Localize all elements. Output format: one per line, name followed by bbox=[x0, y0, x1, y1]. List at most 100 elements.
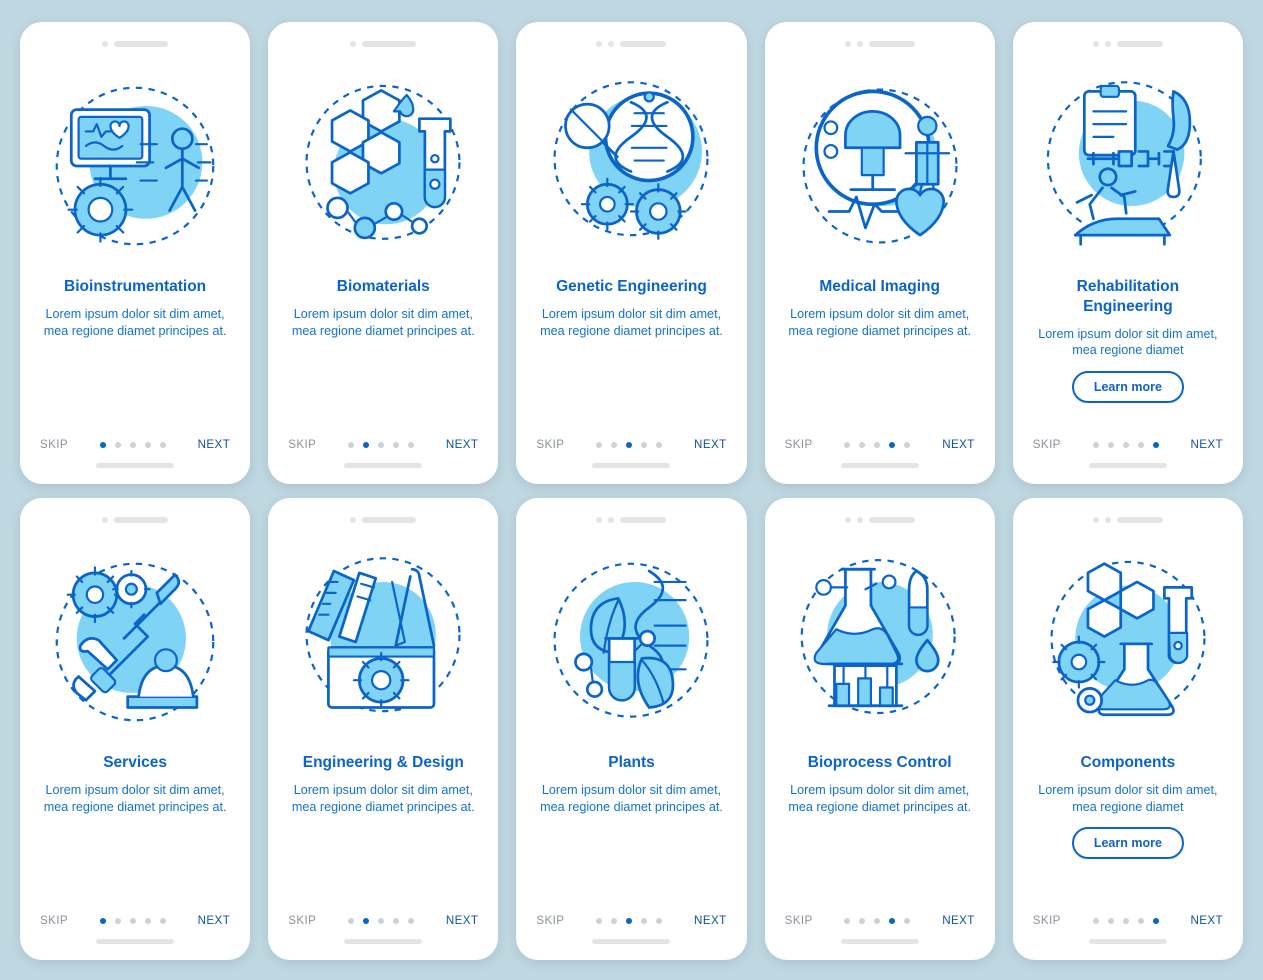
learn-more-button[interactable]: Learn more bbox=[1071, 371, 1184, 404]
status-notch bbox=[1027, 36, 1229, 52]
pagination-dot[interactable] bbox=[114, 441, 121, 448]
pagination-dot[interactable] bbox=[129, 441, 136, 448]
pagination-dot[interactable] bbox=[129, 917, 136, 924]
pagination-dot[interactable] bbox=[611, 441, 618, 448]
pagination-dot[interactable] bbox=[641, 917, 648, 924]
pagination-dot[interactable] bbox=[874, 441, 881, 448]
pagination-dot[interactable] bbox=[393, 917, 400, 924]
pagination-dot[interactable] bbox=[874, 917, 881, 924]
onboarding-screen: Plants Lorem ipsum dolor sit dim amet, me… bbox=[516, 498, 747, 960]
home-indicator bbox=[1088, 939, 1167, 944]
notch-camera-dot bbox=[844, 517, 851, 523]
pagination-dot[interactable] bbox=[859, 917, 866, 924]
pagination-dot[interactable] bbox=[144, 917, 151, 924]
skip-button[interactable]: SKIP bbox=[40, 914, 68, 927]
skip-button[interactable]: SKIP bbox=[1033, 914, 1061, 927]
skip-button[interactable]: SKIP bbox=[785, 914, 813, 927]
onboarding-nav: SKIP NEXT bbox=[779, 914, 981, 927]
pagination-dot[interactable] bbox=[393, 441, 400, 448]
status-notch bbox=[779, 512, 981, 528]
next-button[interactable]: NEXT bbox=[694, 914, 727, 927]
pagination-dot[interactable] bbox=[626, 441, 633, 448]
pagination-dot[interactable] bbox=[1122, 917, 1129, 924]
screen-title: Rehabilitation Engineering bbox=[1076, 278, 1180, 315]
next-button[interactable]: NEXT bbox=[694, 438, 727, 451]
status-notch bbox=[779, 36, 981, 52]
next-button[interactable]: NEXT bbox=[446, 438, 479, 451]
notch-camera-dot bbox=[1092, 41, 1099, 47]
onboarding-nav: SKIP NEXT bbox=[282, 914, 484, 927]
next-button[interactable]: NEXT bbox=[942, 914, 975, 927]
pagination-dot[interactable] bbox=[363, 441, 370, 448]
medical-imaging-icon bbox=[779, 58, 981, 273]
pagination-dot[interactable] bbox=[159, 441, 166, 448]
onboarding-nav: SKIP NEXT bbox=[530, 438, 732, 451]
pagination-dot[interactable] bbox=[626, 917, 633, 924]
status-notch bbox=[1027, 512, 1229, 528]
skip-button[interactable]: SKIP bbox=[536, 914, 564, 927]
skip-button[interactable]: SKIP bbox=[536, 438, 564, 451]
pagination-dot[interactable] bbox=[596, 441, 603, 448]
pagination-dot[interactable] bbox=[859, 441, 866, 448]
pagination-dot[interactable] bbox=[1137, 917, 1144, 924]
pagination-dot[interactable] bbox=[114, 917, 121, 924]
skip-button[interactable]: SKIP bbox=[288, 914, 316, 927]
screen-description: Lorem ipsum dolor sit dim amet, mea regi… bbox=[540, 782, 723, 814]
pagination-dot[interactable] bbox=[408, 441, 415, 448]
pagination-dot[interactable] bbox=[596, 917, 603, 924]
skip-button[interactable]: SKIP bbox=[288, 438, 316, 451]
onboarding-nav: SKIP NEXT bbox=[779, 438, 981, 451]
pagination-dot[interactable] bbox=[378, 917, 385, 924]
pagination-dot[interactable] bbox=[656, 917, 663, 924]
pagination-dot[interactable] bbox=[1152, 441, 1159, 448]
pagination-dot[interactable] bbox=[1122, 441, 1129, 448]
screen-title: Genetic Engineering bbox=[556, 278, 707, 295]
pagination-dot[interactable] bbox=[99, 441, 106, 448]
pagination-dot[interactable] bbox=[408, 917, 415, 924]
next-button[interactable]: NEXT bbox=[942, 438, 975, 451]
notch-camera-dot bbox=[608, 517, 615, 523]
next-button[interactable]: NEXT bbox=[198, 914, 231, 927]
pagination-dots bbox=[348, 917, 415, 924]
skip-button[interactable]: SKIP bbox=[40, 438, 68, 451]
notch-speaker-bar bbox=[868, 41, 915, 47]
next-button[interactable]: NEXT bbox=[1190, 914, 1223, 927]
skip-button[interactable]: SKIP bbox=[1033, 438, 1061, 451]
pagination-dot[interactable] bbox=[1107, 441, 1114, 448]
pagination-dot[interactable] bbox=[889, 441, 896, 448]
notch-camera-dot bbox=[844, 41, 851, 47]
learn-more-button[interactable]: Learn more bbox=[1071, 827, 1184, 860]
notch-camera-dot bbox=[1092, 517, 1099, 523]
pagination-dot[interactable] bbox=[363, 917, 370, 924]
pagination-dot[interactable] bbox=[348, 917, 355, 924]
pagination-dot[interactable] bbox=[611, 917, 618, 924]
onboarding-screen: Bioinstrumentation Lorem ipsum dolor sit … bbox=[20, 22, 251, 484]
skip-button[interactable]: SKIP bbox=[785, 438, 813, 451]
pagination-dot[interactable] bbox=[904, 917, 911, 924]
pagination-dot[interactable] bbox=[144, 441, 151, 448]
pagination-dot[interactable] bbox=[1092, 917, 1099, 924]
home-indicator bbox=[1088, 463, 1167, 468]
pagination-dot[interactable] bbox=[844, 441, 851, 448]
next-button[interactable]: NEXT bbox=[446, 914, 479, 927]
pagination-dot[interactable] bbox=[1107, 917, 1114, 924]
pagination-dot[interactable] bbox=[889, 917, 896, 924]
pagination-dot[interactable] bbox=[159, 917, 166, 924]
pagination-dot[interactable] bbox=[378, 441, 385, 448]
screen-description: Lorem ipsum dolor sit dim amet, mea regi… bbox=[291, 782, 475, 814]
pagination-dot[interactable] bbox=[99, 917, 106, 924]
pagination-dot[interactable] bbox=[641, 441, 648, 448]
pagination-dots bbox=[844, 917, 911, 924]
pagination-dot[interactable] bbox=[844, 917, 851, 924]
next-button[interactable]: NEXT bbox=[1190, 438, 1223, 451]
pagination-dot[interactable] bbox=[1152, 917, 1159, 924]
pagination-dot[interactable] bbox=[904, 441, 911, 448]
pagination-dot[interactable] bbox=[348, 441, 355, 448]
notch-camera-dot bbox=[350, 517, 357, 523]
pagination-dot[interactable] bbox=[656, 441, 663, 448]
next-button[interactable]: NEXT bbox=[198, 438, 231, 451]
onboarding-screen: Services Lorem ipsum dolor sit dim amet, … bbox=[20, 498, 251, 960]
pagination-dot[interactable] bbox=[1137, 441, 1144, 448]
notch-camera-dot bbox=[608, 41, 615, 47]
pagination-dot[interactable] bbox=[1092, 441, 1099, 448]
